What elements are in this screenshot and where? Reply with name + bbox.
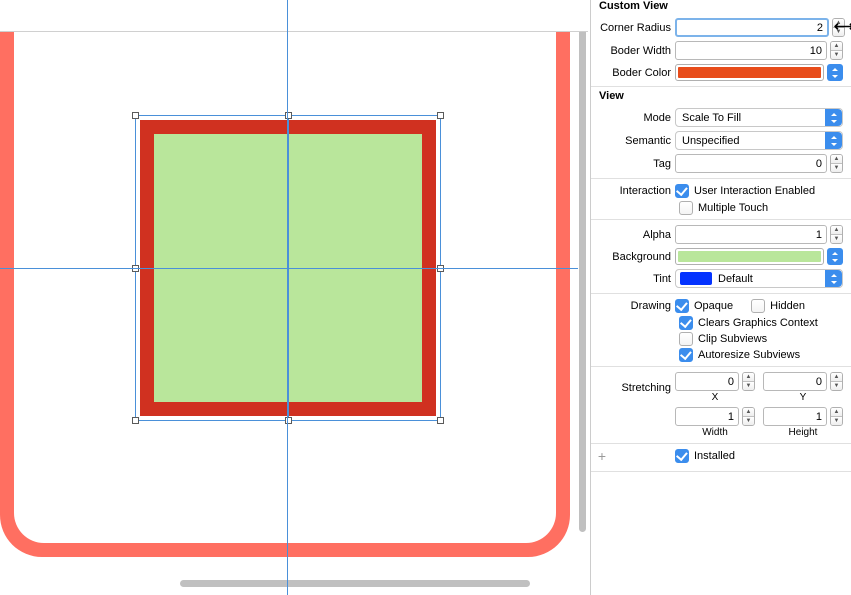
stretching-width-stepper[interactable]: ▲▼ — [742, 407, 755, 426]
user-interaction-label: User Interaction Enabled — [694, 185, 815, 197]
tint-row: Tint Default — [591, 267, 851, 290]
autoresize-checkbox[interactable] — [679, 348, 693, 362]
alpha-label: Alpha — [599, 229, 671, 241]
clip-subviews-checkbox[interactable] — [679, 332, 693, 346]
alignment-guide-horizontal — [0, 268, 578, 269]
tag-row: Tag ▲▼ — [591, 152, 851, 175]
stretching-y-label: Y — [800, 392, 807, 403]
opaque-label: Opaque — [694, 300, 733, 312]
mode-value: Scale To Fill — [682, 112, 741, 124]
attributes-inspector: Custom View Corner Radius ▲▼ Boder Width… — [590, 0, 851, 595]
tag-stepper[interactable]: ▲▼ — [830, 154, 843, 173]
tint-dropdown-button[interactable] — [825, 270, 842, 287]
stretching-height-stepper[interactable]: ▲▼ — [830, 407, 843, 426]
tint-label: Tint — [599, 273, 671, 285]
stretching-x-stepper[interactable]: ▲▼ — [742, 372, 755, 391]
canvas-scrollbar-vertical[interactable] — [579, 12, 586, 532]
corner-radius-label: Corner Radius — [599, 22, 671, 34]
semantic-label: Semantic — [599, 135, 671, 147]
interaction-label: Interaction — [599, 185, 671, 197]
border-width-label: Boder Width — [599, 45, 671, 57]
corner-radius-row: Corner Radius ▲▼ — [591, 16, 851, 39]
background-color-well[interactable] — [675, 248, 824, 265]
border-color-label: Boder Color — [599, 67, 671, 79]
border-color-dropdown[interactable] — [827, 64, 843, 81]
border-color-well[interactable] — [675, 64, 824, 81]
resize-cursor-icon: ⟷ — [834, 18, 851, 35]
user-interaction-checkbox[interactable] — [675, 184, 689, 198]
stretching-x-input[interactable] — [675, 372, 739, 391]
stretching-height-input[interactable] — [763, 407, 827, 426]
stretching-row: Stretching ▲▼ X ▲▼ Y — [591, 370, 851, 405]
corner-radius-input[interactable] — [675, 18, 829, 37]
installed-checkbox[interactable] — [675, 449, 689, 463]
background-row: Background — [591, 246, 851, 267]
border-color-swatch — [678, 67, 821, 78]
border-color-row: Boder Color — [591, 62, 851, 83]
add-configuration-button[interactable]: + — [595, 449, 609, 463]
multiple-touch-label: Multiple Touch — [698, 202, 768, 214]
semantic-value: Unspecified — [682, 135, 739, 147]
alpha-stepper[interactable]: ▲▼ — [830, 225, 843, 244]
alpha-row: Alpha ▲▼ — [591, 223, 851, 246]
up-down-chevron-icon — [831, 68, 839, 78]
tint-value: Default — [716, 273, 842, 285]
clears-graphics-label: Clears Graphics Context — [698, 317, 818, 329]
background-label: Background — [599, 251, 671, 263]
autoresize-label: Autoresize Subviews — [698, 349, 800, 361]
canvas-scrollbar-horizontal[interactable] — [180, 580, 530, 587]
alpha-input[interactable] — [675, 225, 827, 244]
drawing-label: Drawing — [599, 300, 671, 312]
alignment-guide-vertical — [287, 0, 288, 595]
mode-row: Mode Scale To Fill — [591, 106, 851, 129]
semantic-dropdown-button[interactable] — [825, 132, 842, 149]
tint-select[interactable]: Default — [675, 269, 843, 288]
stretching-label: Stretching — [599, 382, 671, 394]
mode-dropdown-button[interactable] — [825, 109, 842, 126]
tint-swatch — [680, 272, 712, 285]
stretching-y-stepper[interactable]: ▲▼ — [830, 372, 843, 391]
stretching-height-label: Height — [789, 427, 818, 438]
installed-label: Installed — [694, 450, 735, 462]
semantic-row: Semantic Unspecified — [591, 129, 851, 152]
hidden-checkbox[interactable] — [751, 299, 765, 313]
semantic-select[interactable]: Unspecified — [675, 131, 843, 150]
mode-label: Mode — [599, 112, 671, 124]
clears-graphics-checkbox[interactable] — [679, 316, 693, 330]
section-view: View — [591, 90, 851, 106]
stretching-width-label: Width — [702, 427, 728, 438]
mode-select[interactable]: Scale To Fill — [675, 108, 843, 127]
background-color-dropdown[interactable] — [827, 248, 843, 265]
border-width-stepper[interactable]: ▲▼ — [830, 41, 843, 60]
canvas-toolbar-strip — [0, 0, 588, 32]
section-custom-view: Custom View — [591, 0, 851, 16]
multiple-touch-checkbox[interactable] — [679, 201, 693, 215]
tag-label: Tag — [599, 158, 671, 170]
border-width-input[interactable] — [675, 41, 827, 60]
stretching-x-label: X — [712, 392, 719, 403]
opaque-checkbox[interactable] — [675, 299, 689, 313]
clip-subviews-label: Clip Subviews — [698, 333, 767, 345]
tag-input[interactable] — [675, 154, 827, 173]
stretching-width-input[interactable] — [675, 407, 739, 426]
drawing-row: Drawing Opaque Hidden — [591, 297, 851, 315]
hidden-label: Hidden — [770, 300, 805, 312]
border-width-row: Boder Width ▲▼ — [591, 39, 851, 62]
stretching-y-input[interactable] — [763, 372, 827, 391]
background-color-swatch — [678, 251, 821, 262]
canvas-area[interactable] — [0, 0, 588, 595]
interaction-row: Interaction User Interaction Enabled — [591, 182, 851, 200]
